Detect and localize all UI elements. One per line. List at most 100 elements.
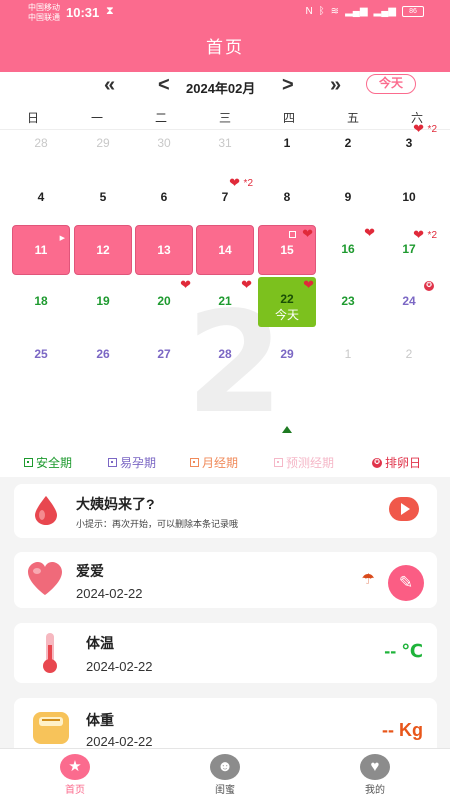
calendar-day[interactable]: 17 *2 ❤ [380, 225, 438, 275]
period-box-icon [190, 458, 199, 467]
day-number: 1 [283, 136, 291, 150]
nav-friends[interactable]: ☻ 闺蜜 [195, 754, 255, 796]
edit-love-button[interactable]: ✎ [388, 565, 424, 601]
star-icon: ★ [60, 754, 90, 780]
day-number: 8 [283, 190, 291, 204]
legend-period-label: 月经期 [202, 456, 239, 470]
battery-icon: 86 [402, 6, 424, 17]
legend-safe-label: 安全期 [36, 456, 73, 470]
day-number: 19 [96, 294, 110, 308]
temperature-card[interactable]: 体温 2024-02-22 -- ℃ [14, 623, 437, 683]
love-card-date: 2024-02-22 [76, 586, 143, 601]
calendar-day[interactable]: 6 [135, 173, 193, 223]
day-number: 11 [34, 243, 48, 257]
legend-fertile-label: 易孕期 [120, 456, 157, 470]
period-card[interactable]: 大姨妈来了? 小提示：再次开始，可以删除本条记录哦 [14, 484, 437, 538]
calendar-day[interactable]: 27 [135, 330, 193, 380]
status-time: 10:31 [66, 5, 100, 20]
status-bar: 中国移动 中国联通 10:31 ⧗ N ᛒ ≋ ▂▄▆ ▂▄▆ 86 [0, 0, 450, 26]
legend: 安全期 易孕期 月经期 预测经期 ✪ 排卵日 [0, 452, 450, 474]
legend-ovulation-label: 排卵日 [385, 456, 422, 470]
calendar-day[interactable]: 28 [12, 119, 70, 169]
calendar-day[interactable]: 4 [12, 173, 70, 223]
mine-heart-icon: ♥ [360, 754, 390, 780]
month-label: 2024年02月 [186, 81, 256, 96]
heart-icon: ❤ [303, 277, 314, 292]
day-number: 5 [99, 190, 107, 204]
calendar-day[interactable]: 1 [258, 119, 316, 169]
day-number: 1 [344, 347, 352, 361]
calendar-day[interactable]: 29 [74, 119, 132, 169]
calendar-day[interactable]: 28 [196, 330, 254, 380]
calendar-day[interactable]: 7 *2 ❤ [196, 173, 254, 223]
calendar-day[interactable]: 8 [258, 173, 316, 223]
calendar-day[interactable]: 18 [12, 277, 70, 327]
calendar-day[interactable]: 14 [196, 225, 254, 275]
thermometer-icon [43, 633, 57, 673]
period-card-title: 大姨妈来了? [76, 496, 155, 512]
prev-year-button[interactable]: « [104, 74, 115, 97]
calendar-day[interactable]: 19 [74, 277, 132, 327]
nav-home[interactable]: ★ 首页 [45, 754, 105, 796]
calendar-day[interactable]: 9 [319, 173, 377, 223]
page-title: 首页 [0, 26, 450, 72]
calendar-day[interactable]: 13 [135, 225, 193, 275]
love-card[interactable]: 爱爱 2024-02-22 ☂ ✎ [14, 552, 437, 608]
calendar-day[interactable]: 5 [74, 173, 132, 223]
heart-icon: ❤ [413, 121, 424, 136]
nav-mine-label: 我的 [365, 785, 385, 796]
next-year-button[interactable]: » [330, 74, 341, 97]
calendar-day[interactable]: 2 [319, 119, 377, 169]
calendar-day[interactable]: 16 ❤ [319, 225, 377, 275]
nav-mine[interactable]: ♥ 我的 [345, 754, 405, 796]
signal-icon: ▂▄▆ [345, 6, 368, 17]
period-card-hint: 小提示：再次开始，可以删除本条记录哦 [76, 519, 239, 529]
day-number: 18 [34, 294, 48, 308]
day-number: 31 [218, 136, 232, 150]
calendar-day[interactable]: 10 [380, 173, 438, 223]
temperature-card-date: 2024-02-22 [86, 659, 153, 674]
day-number: 4 [37, 190, 45, 204]
calendar-day[interactable]: 22 今天 ❤ [258, 277, 316, 327]
calendar-day[interactable]: 24 ✪ [380, 277, 438, 327]
calendar-day[interactable]: 29 [258, 330, 316, 380]
calendar-day[interactable]: 2 [380, 330, 438, 380]
calendar-day[interactable]: 11 ▶ [12, 225, 70, 275]
calendar-day[interactable]: 26 [74, 330, 132, 380]
day-number: 25 [34, 347, 48, 361]
calendar-day[interactable]: 3 *2 ❤ [380, 119, 438, 169]
weight-card-date: 2024-02-22 [86, 734, 153, 749]
calendar-day[interactable]: 31 [196, 119, 254, 169]
day-number: 30 [157, 136, 171, 150]
friends-icon: ☻ [210, 754, 240, 780]
carrier-2: 中国联通 [28, 13, 60, 22]
love-card-title: 爱爱 [76, 563, 104, 579]
today-label: 今天 [274, 308, 299, 322]
calendar-day[interactable]: 1 [319, 330, 377, 380]
calendar-day[interactable]: 21 ❤ [196, 277, 254, 327]
nfc-icon: N [305, 6, 313, 17]
day-number: 28 [218, 347, 232, 361]
heart-count: *2 [243, 178, 253, 189]
love-heart-icon [28, 562, 62, 595]
day-number: 28 [34, 136, 48, 150]
safe-box-icon [24, 458, 33, 467]
start-period-button[interactable] [389, 497, 419, 521]
calendar-day[interactable]: 15 ❤ [258, 225, 316, 275]
calendar-day[interactable]: 25 [12, 330, 70, 380]
day-number: 3 [405, 136, 413, 150]
calendar-day[interactable]: 23 [319, 277, 377, 327]
day-number: 26 [96, 347, 110, 361]
day-number: 9 [344, 190, 352, 204]
bottom-navigation: ★ 首页 ☻ 闺蜜 ♥ 我的 [0, 748, 450, 800]
system-icons: N ᛒ ≋ ▂▄▆ ▂▄▆ 86 [305, 6, 424, 17]
today-button[interactable]: 今天 [366, 74, 416, 94]
next-month-button[interactable]: > [282, 74, 294, 97]
day-number: 16 [341, 242, 355, 256]
calendar-day[interactable]: 12 [74, 225, 132, 275]
calendar-day[interactable]: 30 [135, 119, 193, 169]
today-marker-icon [282, 426, 292, 433]
prev-month-button[interactable]: < [158, 74, 170, 97]
heart-count: *2 [427, 230, 437, 241]
calendar-day[interactable]: 20 ❤ [135, 277, 193, 327]
